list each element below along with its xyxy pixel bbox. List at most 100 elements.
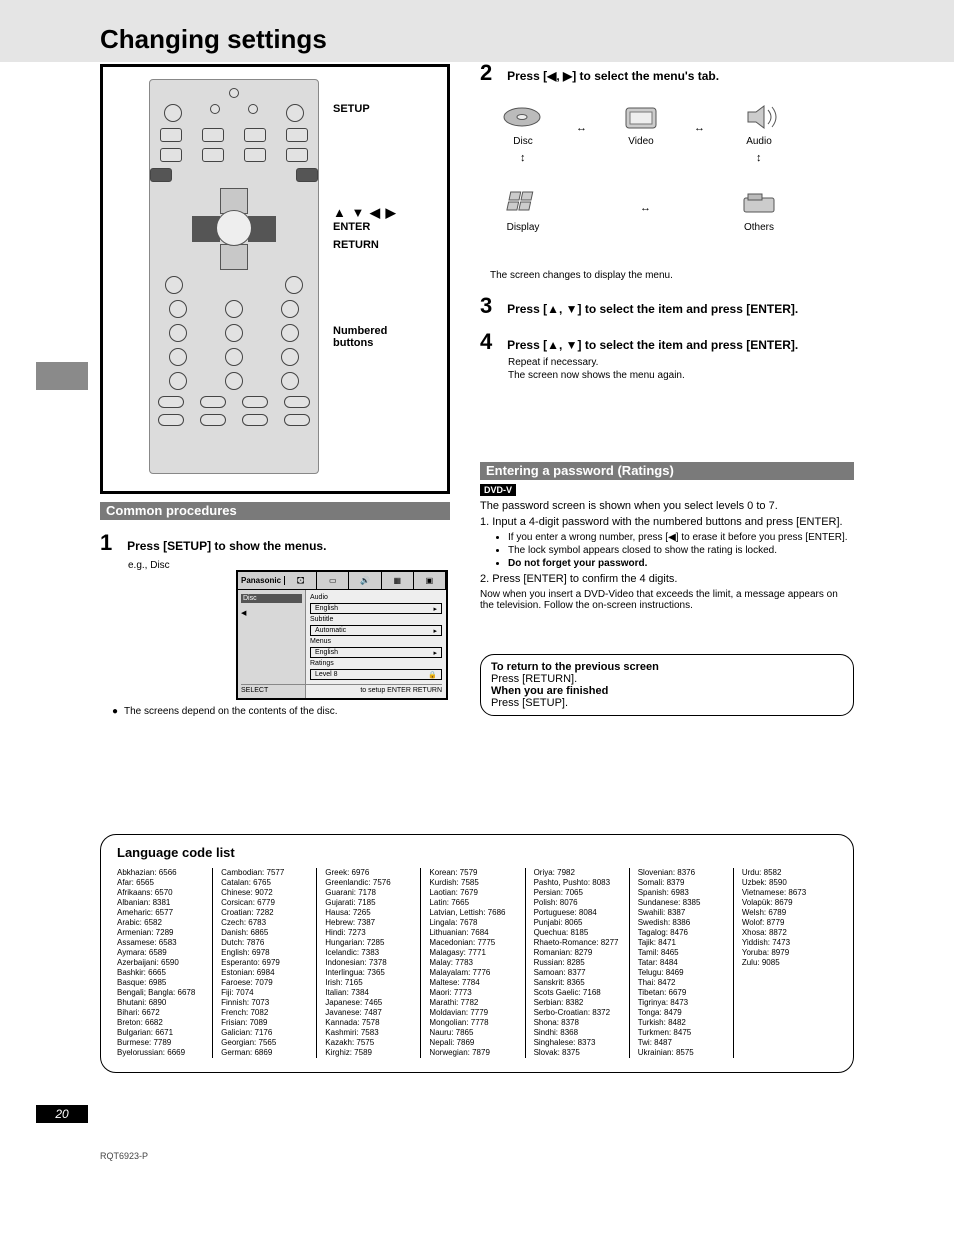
language-entry: Cambodian: 7577: [221, 868, 308, 878]
language-entry: Sindhi: 8368: [534, 1028, 621, 1038]
tab-flow-diagram: Disc ↔ Video ↔ Audio ↕ ↕ Display ↔ Other…: [480, 94, 854, 264]
language-entry: Bulgarian: 6671: [117, 1028, 204, 1038]
osd-audio-value: English: [315, 605, 338, 612]
language-entry: Tonga: 8479: [638, 1008, 725, 1018]
others-icon: [738, 186, 780, 220]
language-entry: Kazakh: 7575: [325, 1038, 412, 1048]
step2-note: The screen changes to display the menu.: [490, 270, 854, 281]
language-entry: Hindi: 7273: [325, 928, 412, 938]
osd-label-ratings: Ratings: [310, 660, 442, 667]
osd-brand: Panasonic: [238, 576, 285, 585]
dvd-v-badge: DVD-V: [480, 484, 516, 496]
language-entry: Greenlandic: 7576: [325, 878, 412, 888]
language-entry: Spanish: 6983: [638, 888, 725, 898]
language-entry: Abkhazian: 6566: [117, 868, 204, 878]
language-entry: Afrikaans: 6570: [117, 888, 204, 898]
language-entry: Slovenian: 8376: [638, 868, 725, 878]
language-entry: Bashkir: 6665: [117, 968, 204, 978]
language-entry: Polish: 8076: [534, 898, 621, 908]
section-common-procedures: Common procedures: [100, 502, 450, 520]
language-entry: Breton: 6682: [117, 1018, 204, 1028]
language-entry: Corsican: 6779: [221, 898, 308, 908]
language-entry: Tibetan: 6679: [638, 988, 725, 998]
return-finish-box: To return to the previous screen Press […: [480, 654, 854, 716]
language-entry: Vietnamese: 8673: [742, 888, 829, 898]
language-entry: Hungarian: 7285: [325, 938, 412, 948]
language-entry: Volapük: 8679: [742, 898, 829, 908]
page-number: 20: [36, 1105, 88, 1123]
password-instructions: The password screen is shown when you se…: [480, 500, 854, 611]
language-column: Oriya: 7982Pashto, Pushto: 8083Persian: …: [525, 868, 629, 1058]
language-entry: Moldavian: 7779: [429, 1008, 516, 1018]
language-entry: Galician: 7176: [221, 1028, 308, 1038]
language-entry: Twi: 8487: [638, 1038, 725, 1048]
language-entry: Somali: 8379: [638, 878, 725, 888]
osd-menu-example: Panasonic 🖸▭🔊▦▣ Disc ◀ Audio English▸ Su…: [236, 570, 448, 700]
language-entry: Lingala: 7678: [429, 918, 516, 928]
language-entry: Laotian: 7679: [429, 888, 516, 898]
language-entry: Serbian: 8382: [534, 998, 621, 1008]
language-entry: German: 6869: [221, 1048, 308, 1058]
step-2-number: 2: [480, 60, 504, 86]
language-entry: Oriya: 7982: [534, 868, 621, 878]
language-column: Cambodian: 7577Catalan: 6765Chinese: 907…: [212, 868, 316, 1058]
step-4-text: Press [▲, ▼] to select the item and pres…: [507, 338, 798, 352]
language-entry: Turkmen: 8475: [638, 1028, 725, 1038]
language-entry: Azerbaijani: 6590: [117, 958, 204, 968]
language-entry: Tamil: 8465: [638, 948, 725, 958]
language-entry: Turkish: 8482: [638, 1018, 725, 1028]
language-entry: Maltese: 7784: [429, 978, 516, 988]
language-entry: Japanese: 7465: [325, 998, 412, 1008]
language-entry: Latin: 7665: [429, 898, 516, 908]
language-entry: Kurdish: 7585: [429, 878, 516, 888]
osd-hint-rest: to setup ENTER RETURN: [360, 687, 442, 694]
language-entry: Kirghiz: 7589: [325, 1048, 412, 1058]
callout-return: RETURN: [333, 239, 379, 251]
language-entry: Georgian: 7565: [221, 1038, 308, 1048]
language-entry: Gujarati: 7185: [325, 898, 412, 908]
language-list-title: Language code list: [117, 845, 837, 860]
step4-note-b: The screen now shows the menu again.: [508, 370, 854, 381]
language-entry: Yoruba: 8979: [742, 948, 829, 958]
display-icon: [502, 186, 544, 220]
language-entry: Icelandic: 7383: [325, 948, 412, 958]
language-entry: Portuguese: 8084: [534, 908, 621, 918]
language-entry: Punjabi: 8065: [534, 918, 621, 928]
language-entry: Italian: 7384: [325, 988, 412, 998]
language-entry: Arabic: 6582: [117, 918, 204, 928]
language-entry: Maori: 7773: [429, 988, 516, 998]
osd-label-audio: Audio: [310, 594, 442, 601]
language-entry: Shona: 8378: [534, 1018, 621, 1028]
language-entry: Scots Gaelic: 7168: [534, 988, 621, 998]
osd-subtitle-value: Automatic: [315, 627, 346, 634]
language-entry: Serbo-Croatian: 8372: [534, 1008, 621, 1018]
video-icon: [620, 100, 662, 134]
osd-side-selected: Disc: [241, 594, 302, 603]
audio-icon: [738, 100, 780, 134]
language-entry: Pashto, Pushto: 8083: [534, 878, 621, 888]
osd-label-menus: Menus: [310, 638, 442, 645]
language-entry: Assamese: 6583: [117, 938, 204, 948]
language-entry: Esperanto: 6979: [221, 958, 308, 968]
language-entry: Burmese: 7789: [117, 1038, 204, 1048]
language-entry: Sundanese: 8385: [638, 898, 725, 908]
language-entry: English: 6978: [221, 948, 308, 958]
language-entry: Albanian: 8381: [117, 898, 204, 908]
language-entry: Finnish: 7073: [221, 998, 308, 1008]
language-entry: Singhalese: 8373: [534, 1038, 621, 1048]
language-entry: Bengali; Bangla: 6678: [117, 988, 204, 998]
step-2-text: Press [◀, ▶] to select the menu's tab.: [507, 69, 719, 83]
language-entry: Chinese: 9072: [221, 888, 308, 898]
callout-cursor-icons: ▲ ▼ ◀ ▶: [333, 205, 397, 220]
callout-setup: SETUP: [333, 103, 370, 115]
language-entry: Welsh: 6789: [742, 908, 829, 918]
language-entry: Kannada: 7578: [325, 1018, 412, 1028]
language-entry: Bihari: 6672: [117, 1008, 204, 1018]
language-column: Greek: 6976Greenlandic: 7576Guarani: 717…: [316, 868, 420, 1058]
language-entry: Tagalog: 8476: [638, 928, 725, 938]
step4-note-a: Repeat if necessary.: [508, 357, 854, 368]
language-entry: Tajik: 8471: [638, 938, 725, 948]
language-entry: Ukrainian: 8575: [638, 1048, 725, 1058]
step-1-number: 1: [100, 530, 124, 556]
language-entry: Marathi: 7782: [429, 998, 516, 1008]
